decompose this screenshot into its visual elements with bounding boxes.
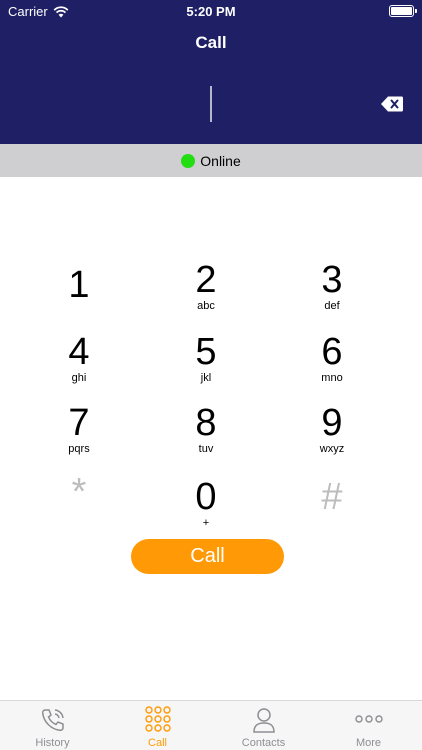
key-digit: * [71, 471, 87, 513]
header-bar: Carrier 5:20 PM Call [0, 0, 422, 144]
tab-contacts[interactable]: Contacts [211, 701, 316, 750]
keypad-key-5[interactable]: 5 jkl [151, 332, 261, 396]
battery-icon [389, 5, 417, 17]
key-digit: 0 [195, 476, 217, 518]
keypad-key-0[interactable]: 0 + [151, 477, 261, 541]
connection-status-bar: Online [0, 144, 422, 177]
keypad-key-8[interactable]: 8 tuv [151, 403, 261, 467]
key-letters: mno [321, 372, 343, 384]
key-digit: 7 [68, 402, 90, 444]
text-cursor [210, 86, 212, 122]
keypad-key-hash[interactable]: # [277, 477, 387, 541]
key-digit: 5 [195, 331, 217, 373]
keypad-key-7[interactable]: 7 pqrs [24, 403, 134, 467]
key-letters: ghi [71, 372, 87, 384]
key-letters: def [324, 300, 340, 312]
tab-more[interactable]: More [316, 701, 421, 750]
contact-person-icon [253, 708, 275, 733]
key-letters: + [202, 517, 210, 529]
key-digit: 9 [321, 402, 343, 444]
tab-bar: History Call Contacts More [0, 700, 422, 750]
key-digit: 4 [68, 331, 90, 373]
key-digit: 1 [68, 264, 90, 306]
connection-status-label: Online [200, 152, 241, 169]
keypad-key-4[interactable]: 4 ghi [24, 332, 134, 396]
key-digit: 3 [321, 259, 343, 301]
keypad-key-3[interactable]: 3 def [277, 260, 387, 324]
key-digit: 2 [195, 259, 217, 301]
key-digit: 6 [321, 331, 343, 373]
key-letters: abc [197, 300, 215, 312]
status-bar: Carrier 5:20 PM [0, 0, 422, 24]
phone-history-icon [41, 709, 64, 732]
online-status-dot [181, 153, 196, 168]
page-title: Call [195, 33, 227, 52]
backspace-icon[interactable] [381, 96, 403, 112]
call-button[interactable]: Call [131, 539, 284, 574]
tab-more-label: More [355, 737, 382, 749]
key-letters: wxyz [319, 443, 345, 455]
status-time: 5:20 PM [186, 4, 236, 19]
tab-history[interactable]: History [0, 701, 105, 750]
tab-contacts-label: Contacts [241, 737, 286, 749]
tab-call[interactable]: Call [105, 701, 210, 750]
keypad-key-2[interactable]: 2 abc [151, 260, 261, 324]
keypad-key-star[interactable]: * [24, 472, 134, 536]
keypad-key-6[interactable]: 6 mno [277, 332, 387, 396]
key-letters: tuv [198, 443, 214, 455]
tab-call-label: Call [148, 737, 167, 749]
key-letters: pqrs [68, 443, 90, 455]
keypad-key-1[interactable]: 1 [24, 265, 134, 329]
keypad-key-9[interactable]: 9 wxyz [277, 403, 387, 467]
key-digit: 8 [195, 402, 217, 444]
key-letters: jkl [200, 372, 212, 384]
keypad-icon [145, 706, 171, 732]
more-dots-icon [355, 715, 383, 723]
key-digit: # [321, 476, 343, 518]
tab-history-label: History [35, 737, 70, 749]
